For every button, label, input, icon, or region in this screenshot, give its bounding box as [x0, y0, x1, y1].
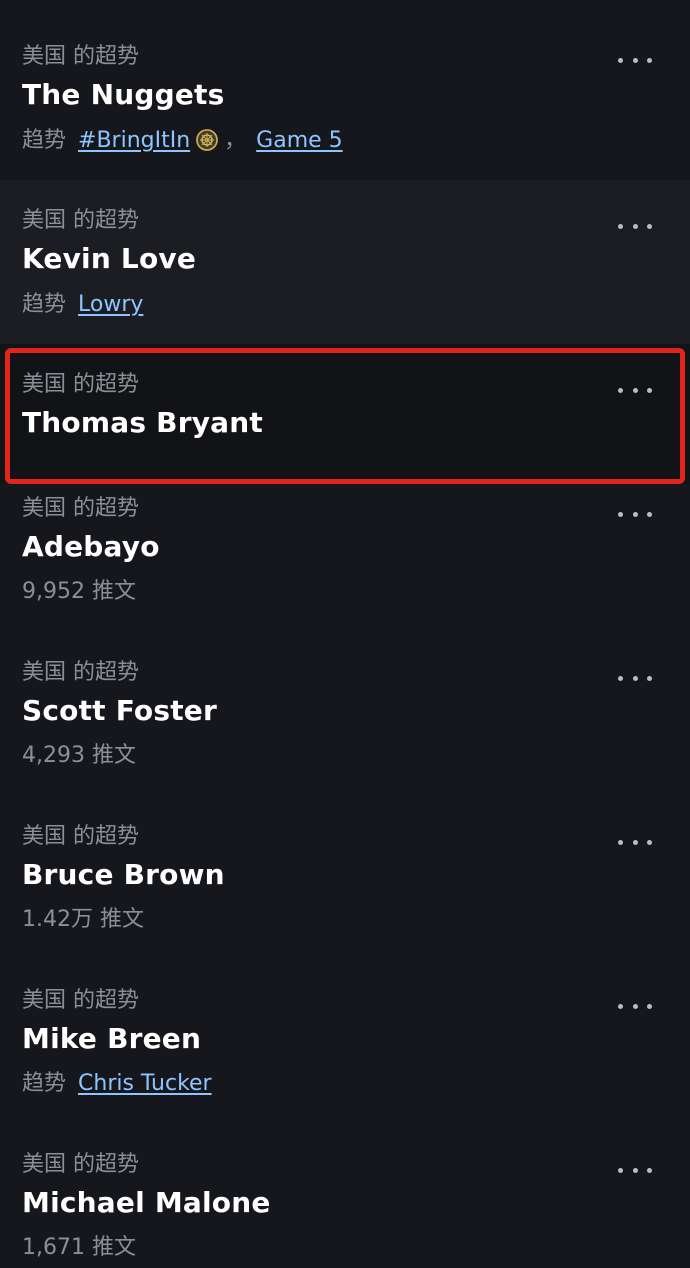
- more-options-icon[interactable]: [618, 502, 652, 526]
- trend-title: Adebayo: [22, 530, 160, 563]
- trend-item-bruce-brown[interactable]: 美国 的超势 Bruce Brown 1.42万 推文: [0, 808, 690, 972]
- trend-context: 美国 的超势: [22, 660, 139, 685]
- trend-meta-prefix: 趋势: [22, 292, 67, 317]
- trend-link-lowry[interactable]: Lowry: [78, 292, 143, 317]
- trend-tweet-count: 1.42万 推文: [22, 907, 144, 932]
- trend-tweet-count: 1,671 推文: [22, 1235, 136, 1260]
- trend-tweet-count: 9,952 推文: [22, 579, 136, 604]
- trend-tweet-count: 4,293 推文: [22, 743, 136, 768]
- more-options-icon[interactable]: [618, 994, 652, 1018]
- trend-meta: 趋势 Lowry: [22, 290, 143, 320]
- more-options-icon[interactable]: [618, 830, 652, 854]
- trend-title: Kevin Love: [22, 242, 197, 275]
- trend-context: 美国 的超势: [22, 372, 139, 397]
- trend-item-scott-foster[interactable]: 美国 的超势 Scott Foster 4,293 推文: [0, 644, 690, 808]
- trend-item-the-nuggets[interactable]: 美国 的超势 The Nuggets 趋势 #BringItIn ， Game 5: [0, 0, 690, 180]
- trend-item-adebayo[interactable]: 美国 的超势 Adebayo 9,952 推文: [0, 484, 690, 644]
- trend-link-chris-tucker[interactable]: Chris Tucker: [78, 1071, 212, 1096]
- trend-meta-prefix: 趋势: [22, 1071, 67, 1096]
- trend-item-michael-malone[interactable]: 美国 的超势 Michael Malone 1,671 推文: [0, 1136, 690, 1268]
- trend-context: 美国 的超势: [22, 824, 139, 849]
- more-options-icon[interactable]: [618, 48, 652, 72]
- trend-context: 美国 的超势: [22, 208, 139, 233]
- trend-item-thomas-bryant[interactable]: 美国 的超势 Thomas Bryant: [0, 344, 690, 484]
- trend-context: 美国 的超势: [22, 44, 139, 69]
- trend-title: Mike Breen: [22, 1022, 202, 1055]
- trend-context: 美国 的超势: [22, 1152, 139, 1177]
- trend-meta: 趋势 Chris Tucker: [22, 1069, 212, 1099]
- trend-link-bringitin[interactable]: #BringItIn: [78, 128, 190, 153]
- trend-title: Thomas Bryant: [22, 406, 263, 439]
- trending-list: 美国 的超势 The Nuggets 趋势 #BringItIn ， Game 5 …: [0, 0, 690, 1268]
- trend-meta-prefix: 趋势: [22, 128, 67, 153]
- more-options-icon[interactable]: [618, 378, 652, 402]
- trend-link-game-5[interactable]: Game 5: [256, 128, 343, 153]
- trend-link-separator: ，: [224, 128, 247, 153]
- trend-context: 美国 的超势: [22, 988, 139, 1013]
- trend-meta: 趋势 #BringItIn ， Game 5: [22, 126, 343, 156]
- nuggets-logo-icon: [196, 129, 219, 151]
- trend-title: Bruce Brown: [22, 858, 225, 891]
- trend-context: 美国 的超势: [22, 496, 139, 521]
- trend-title: The Nuggets: [22, 78, 225, 111]
- trend-item-mike-breen[interactable]: 美国 的超势 Mike Breen 趋势 Chris Tucker: [0, 972, 690, 1136]
- more-options-icon[interactable]: [618, 666, 652, 690]
- trend-title: Michael Malone: [22, 1186, 271, 1219]
- trend-title: Scott Foster: [22, 694, 217, 727]
- more-options-icon[interactable]: [618, 214, 652, 238]
- more-options-icon[interactable]: [618, 1158, 652, 1182]
- trend-item-kevin-love[interactable]: 美国 的超势 Kevin Love 趋势 Lowry: [0, 180, 690, 344]
